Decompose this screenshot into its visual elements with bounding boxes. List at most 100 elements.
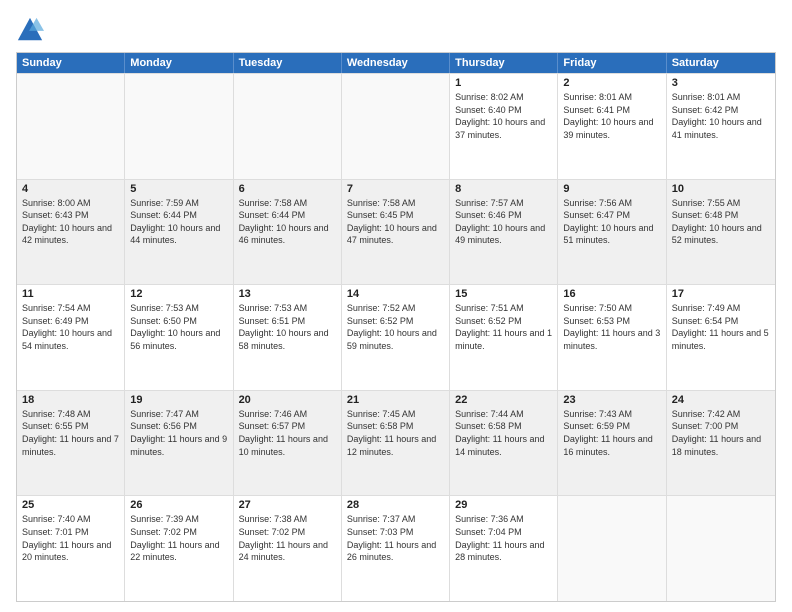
day-info: Sunrise: 7:58 AMSunset: 6:45 PMDaylight:… (347, 197, 444, 247)
day-info: Sunrise: 7:36 AMSunset: 7:04 PMDaylight:… (455, 513, 552, 563)
calendar-cell: 20 Sunrise: 7:46 AMSunset: 6:57 PMDayligh… (234, 391, 342, 496)
day-number: 19 (130, 394, 227, 406)
day-number: 27 (239, 499, 336, 511)
calendar-row: 1 Sunrise: 8:02 AMSunset: 6:40 PMDaylight… (17, 73, 775, 179)
calendar-cell: 8 Sunrise: 7:57 AMSunset: 6:46 PMDaylight… (450, 180, 558, 285)
day-info: Sunrise: 7:46 AMSunset: 6:57 PMDaylight:… (239, 408, 336, 458)
calendar-cell (17, 74, 125, 179)
day-info: Sunrise: 7:58 AMSunset: 6:44 PMDaylight:… (239, 197, 336, 247)
day-number: 22 (455, 394, 552, 406)
calendar-header: SundayMondayTuesdayWednesdayThursdayFrid… (17, 53, 775, 73)
day-info: Sunrise: 7:49 AMSunset: 6:54 PMDaylight:… (672, 302, 770, 352)
calendar-row: 11 Sunrise: 7:54 AMSunset: 6:49 PMDayligh… (17, 284, 775, 390)
calendar-cell: 2Sunrise: 8:01 AMSunset: 6:41 PMDaylight… (558, 74, 666, 179)
day-number: 16 (563, 288, 660, 300)
calendar-header-cell: Thursday (450, 53, 558, 73)
calendar-cell: 21Sunrise: 7:45 AMSunset: 6:58 PMDayligh… (342, 391, 450, 496)
calendar-cell: 22 Sunrise: 7:44 AMSunset: 6:58 PMDayligh… (450, 391, 558, 496)
calendar-cell: 1 Sunrise: 8:02 AMSunset: 6:40 PMDaylight… (450, 74, 558, 179)
calendar-cell (125, 74, 233, 179)
calendar-cell: 5Sunrise: 7:59 AMSunset: 6:44 PMDaylight… (125, 180, 233, 285)
day-number: 3 (672, 77, 770, 89)
calendar-header-cell: Friday (558, 53, 666, 73)
calendar-cell: 28Sunrise: 7:37 AMSunset: 7:03 PMDayligh… (342, 496, 450, 601)
day-info: Sunrise: 7:57 AMSunset: 6:46 PMDaylight:… (455, 197, 552, 247)
day-number: 29 (455, 499, 552, 511)
day-info: Sunrise: 7:53 AMSunset: 6:50 PMDaylight:… (130, 302, 227, 352)
day-info: Sunrise: 7:54 AMSunset: 6:49 PMDaylight:… (22, 302, 119, 352)
calendar-cell: 27 Sunrise: 7:38 AMSunset: 7:02 PMDayligh… (234, 496, 342, 601)
calendar-cell: 3 Sunrise: 8:01 AMSunset: 6:42 PMDaylight… (667, 74, 775, 179)
day-number: 15 (455, 288, 552, 300)
day-number: 11 (22, 288, 119, 300)
day-info: Sunrise: 7:55 AMSunset: 6:48 PMDaylight:… (672, 197, 770, 247)
calendar-cell: 10Sunrise: 7:55 AMSunset: 6:48 PMDayligh… (667, 180, 775, 285)
day-info: Sunrise: 7:53 AMSunset: 6:51 PMDaylight:… (239, 302, 336, 352)
day-number: 8 (455, 183, 552, 195)
day-number: 24 (672, 394, 770, 406)
calendar-cell: 14 Sunrise: 7:52 AMSunset: 6:52 PMDayligh… (342, 285, 450, 390)
day-number: 23 (563, 394, 660, 406)
day-info: Sunrise: 7:40 AMSunset: 7:01 PMDaylight:… (22, 513, 119, 563)
page: SundayMondayTuesdayWednesdayThursdayFrid… (0, 0, 792, 612)
day-number: 9 (563, 183, 660, 195)
day-info: Sunrise: 8:02 AMSunset: 6:40 PMDaylight:… (455, 91, 552, 141)
day-number: 4 (22, 183, 119, 195)
day-info: Sunrise: 8:01 AMSunset: 6:42 PMDaylight:… (672, 91, 770, 141)
day-info: Sunrise: 8:00 AMSunset: 6:43 PMDaylight:… (22, 197, 119, 247)
day-number: 20 (239, 394, 336, 406)
calendar-cell: 6 Sunrise: 7:58 AMSunset: 6:44 PMDaylight… (234, 180, 342, 285)
day-number: 26 (130, 499, 227, 511)
calendar-cell: 13 Sunrise: 7:53 AMSunset: 6:51 PMDayligh… (234, 285, 342, 390)
day-number: 25 (22, 499, 119, 511)
day-number: 21 (347, 394, 444, 406)
calendar-cell: 7 Sunrise: 7:58 AMSunset: 6:45 PMDaylight… (342, 180, 450, 285)
calendar-cell (667, 496, 775, 601)
calendar-row: 25 Sunrise: 7:40 AMSunset: 7:01 PMDayligh… (17, 495, 775, 601)
calendar-cell: 11 Sunrise: 7:54 AMSunset: 6:49 PMDayligh… (17, 285, 125, 390)
calendar-header-cell: Saturday (667, 53, 775, 73)
day-info: Sunrise: 7:50 AMSunset: 6:53 PMDaylight:… (563, 302, 660, 352)
day-info: Sunrise: 7:38 AMSunset: 7:02 PMDaylight:… (239, 513, 336, 563)
calendar-header-cell: Sunday (17, 53, 125, 73)
logo (16, 16, 48, 44)
day-info: Sunrise: 7:48 AMSunset: 6:55 PMDaylight:… (22, 408, 119, 458)
day-info: Sunrise: 7:51 AMSunset: 6:52 PMDaylight:… (455, 302, 552, 352)
day-info: Sunrise: 7:37 AMSunset: 7:03 PMDaylight:… (347, 513, 444, 563)
calendar-cell: 4 Sunrise: 8:00 AMSunset: 6:43 PMDaylight… (17, 180, 125, 285)
calendar-cell: 18 Sunrise: 7:48 AMSunset: 6:55 PMDayligh… (17, 391, 125, 496)
day-info: Sunrise: 7:39 AMSunset: 7:02 PMDaylight:… (130, 513, 227, 563)
calendar-cell: 12 Sunrise: 7:53 AMSunset: 6:50 PMDayligh… (125, 285, 233, 390)
day-number: 12 (130, 288, 227, 300)
calendar-header-cell: Tuesday (234, 53, 342, 73)
calendar-cell: 26 Sunrise: 7:39 AMSunset: 7:02 PMDayligh… (125, 496, 233, 601)
calendar-body: 1 Sunrise: 8:02 AMSunset: 6:40 PMDaylight… (17, 73, 775, 601)
day-info: Sunrise: 7:44 AMSunset: 6:58 PMDaylight:… (455, 408, 552, 458)
day-info: Sunrise: 7:56 AMSunset: 6:47 PMDaylight:… (563, 197, 660, 247)
header (16, 16, 776, 44)
logo-icon (16, 16, 44, 44)
calendar-row: 18 Sunrise: 7:48 AMSunset: 6:55 PMDayligh… (17, 390, 775, 496)
calendar-cell: 15 Sunrise: 7:51 AMSunset: 6:52 PMDayligh… (450, 285, 558, 390)
day-number: 6 (239, 183, 336, 195)
calendar-row: 4 Sunrise: 8:00 AMSunset: 6:43 PMDaylight… (17, 179, 775, 285)
calendar-header-cell: Wednesday (342, 53, 450, 73)
day-info: Sunrise: 7:47 AMSunset: 6:56 PMDaylight:… (130, 408, 227, 458)
calendar-cell: 16 Sunrise: 7:50 AMSunset: 6:53 PMDayligh… (558, 285, 666, 390)
calendar-cell (558, 496, 666, 601)
day-info: Sunrise: 7:59 AMSunset: 6:44 PMDaylight:… (130, 197, 227, 247)
calendar-cell (342, 74, 450, 179)
day-number: 1 (455, 77, 552, 89)
day-number: 7 (347, 183, 444, 195)
calendar-cell: 25 Sunrise: 7:40 AMSunset: 7:01 PMDayligh… (17, 496, 125, 601)
calendar-cell: 9 Sunrise: 7:56 AMSunset: 6:47 PMDaylight… (558, 180, 666, 285)
day-info: Sunrise: 8:01 AMSunset: 6:41 PMDaylight:… (563, 91, 660, 141)
calendar-cell: 29 Sunrise: 7:36 AMSunset: 7:04 PMDayligh… (450, 496, 558, 601)
day-info: Sunrise: 7:43 AMSunset: 6:59 PMDaylight:… (563, 408, 660, 458)
calendar-cell: 19 Sunrise: 7:47 AMSunset: 6:56 PMDayligh… (125, 391, 233, 496)
day-number: 14 (347, 288, 444, 300)
calendar-cell (234, 74, 342, 179)
day-number: 18 (22, 394, 119, 406)
day-info: Sunrise: 7:52 AMSunset: 6:52 PMDaylight:… (347, 302, 444, 352)
day-number: 13 (239, 288, 336, 300)
